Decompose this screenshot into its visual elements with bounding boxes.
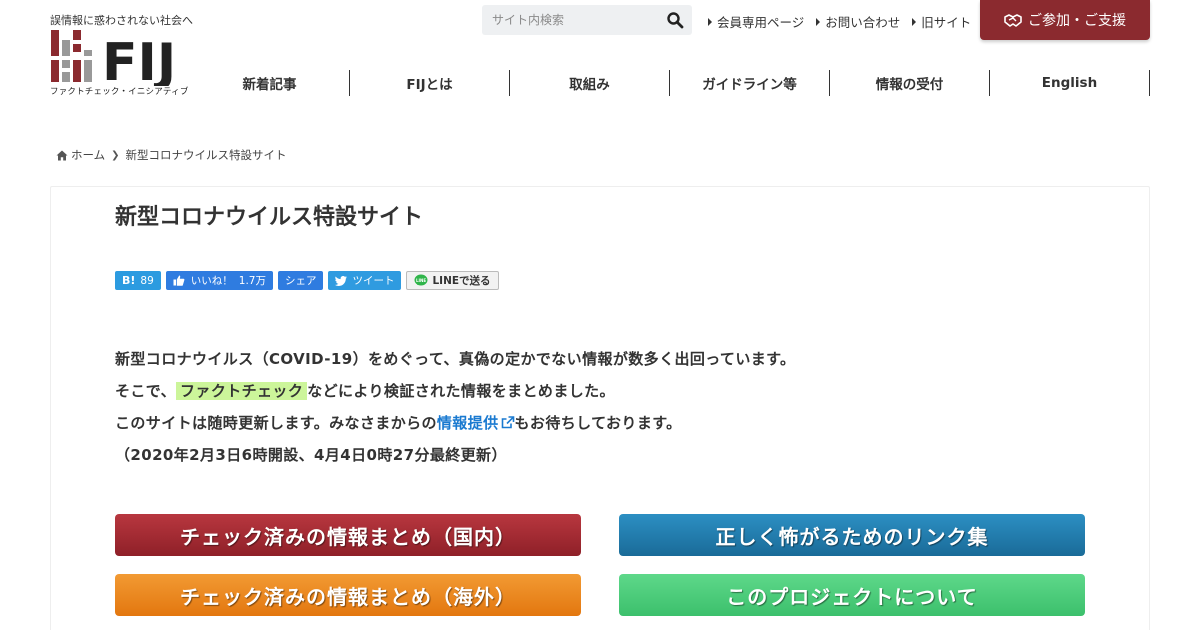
nav-item-guidelines[interactable]: ガイドライン等: [670, 70, 830, 96]
nav-item-submissions[interactable]: 情報の受付: [830, 70, 990, 96]
fij-logo-mark: FIJ: [51, 30, 176, 93]
nav-item-english[interactable]: English: [990, 70, 1150, 96]
nav-item-news[interactable]: 新着記事: [190, 70, 350, 96]
like-label: いいね！: [190, 275, 233, 287]
line-label: LINEで送る: [432, 275, 491, 287]
global-nav: 新着記事 FIJとは 取組み ガイドライン等 情報の受付 English: [190, 70, 1150, 96]
svg-text:LINE: LINE: [416, 278, 426, 283]
old-site-link[interactable]: 旧サイト: [912, 12, 971, 31]
update-notice: （2020年2月3日6時開設、4月4日0時27分最終更新）: [115, 446, 507, 464]
overseas-summary-button[interactable]: チェック済みの情報まとめ（海外）: [115, 574, 581, 616]
page: 誤情報に惑わされない社会へ FIJ ファクトチェック・イニシアティブ 会員専用ペ…: [0, 0, 1200, 630]
tweet-label: ツイート: [352, 275, 395, 287]
breadcrumb: ホーム ❯ 新型コロナウイルス特設サイト: [56, 147, 287, 163]
hatena-icon: B!: [122, 274, 136, 287]
breadcrumb-home-label: ホーム: [71, 148, 106, 162]
twitter-bird-icon: [335, 275, 348, 286]
share-buttons: B! 89 いいね！ 1.7万 シェア ツイート LINE LINEで送る: [115, 271, 499, 290]
caret-right-icon: [912, 17, 917, 26]
page-title: 新型コロナウイルス特設サイト: [115, 205, 424, 230]
facebook-like-button[interactable]: いいね！ 1.7万: [165, 271, 273, 290]
info-submission-link[interactable]: 情報提供: [437, 414, 515, 432]
like-count: 1.7万: [238, 275, 266, 287]
contact-label: お問い合わせ: [825, 15, 901, 30]
member-page-link[interactable]: 会員専用ページ: [708, 12, 804, 31]
nav-item-about-fij[interactable]: FIJとは: [350, 70, 510, 96]
share-label: シェア: [284, 275, 317, 287]
intro-line-3-post: もお待ちしております。: [514, 414, 682, 432]
search-icon[interactable]: [666, 11, 684, 29]
article-card: 新型コロナウイルス特設サイト B! 89 いいね！ 1.7万 シェア ツイート …: [50, 186, 1150, 630]
caret-right-icon: [708, 17, 712, 26]
site-search: [482, 5, 692, 35]
caret-right-icon: [816, 17, 821, 26]
nav-item-initiatives[interactable]: 取組み: [510, 70, 670, 96]
intro-line-3: このサイトは随時更新します。みなさまからの情報提供 もお待ちしております。: [115, 407, 795, 439]
search-input[interactable]: [482, 13, 652, 27]
about-project-button[interactable]: このプロジェクトについて: [619, 574, 1085, 616]
breadcrumb-home[interactable]: ホーム: [56, 147, 105, 163]
logo-subtitle: ファクトチェック・イニシアティブ: [50, 87, 189, 97]
support-button[interactable]: ご参加・ご支援: [980, 0, 1150, 40]
chevron-right-icon: ❯: [111, 149, 120, 161]
info-submission-link-label: 情報提供: [436, 414, 499, 432]
tweet-button[interactable]: ツイート: [328, 271, 402, 290]
intro-line-3-pre: このサイトは随時更新します。みなさまからの: [115, 414, 437, 432]
line-share-button[interactable]: LINE LINEで送る: [406, 271, 499, 290]
support-label: ご参加・ご支援: [1028, 13, 1126, 29]
facebook-share-button[interactable]: シェア: [277, 271, 324, 290]
handshake-icon: [1004, 13, 1022, 27]
breadcrumb-current: 新型コロナウイルス特設サイト: [125, 148, 287, 162]
home-icon: [56, 150, 68, 160]
fact-check-highlight: ファクトチェック: [176, 382, 308, 400]
line-icon: LINE: [414, 274, 428, 286]
top-links: 会員専用ページ お問い合わせ 旧サイト: [708, 12, 971, 31]
domestic-summary-button[interactable]: チェック済みの情報まとめ（国内）: [115, 514, 581, 556]
old-site-label: 旧サイト: [921, 15, 972, 30]
intro-line-1: 新型コロナウイルス（COVID-19）をめぐって、真偽の定かでない情報が数多く出…: [115, 350, 796, 368]
intro-line-2: そこで、 ファクトチェック などにより検証された情報をまとめました。: [115, 375, 795, 407]
tagline: 誤情報に惑わされない社会へ: [50, 14, 193, 27]
thumbs-up-icon: [173, 275, 185, 286]
hatena-bookmark-button[interactable]: B! 89: [115, 271, 161, 290]
contact-link[interactable]: お問い合わせ: [816, 12, 900, 31]
intro-text: 新型コロナウイルス（COVID-19）をめぐって、真偽の定かでない情報が数多く出…: [115, 343, 795, 471]
link-collection-button[interactable]: 正しく怖がるためのリンク集: [619, 514, 1085, 556]
logo-text: FIJ: [102, 33, 176, 86]
intro-line-2-post: などにより検証された情報をまとめました。: [307, 382, 615, 400]
member-page-label: 会員専用ページ: [717, 15, 805, 30]
intro-line-2-pre: そこで、: [115, 382, 177, 400]
external-link-icon: [501, 416, 514, 429]
hatena-count: 89: [140, 274, 154, 287]
